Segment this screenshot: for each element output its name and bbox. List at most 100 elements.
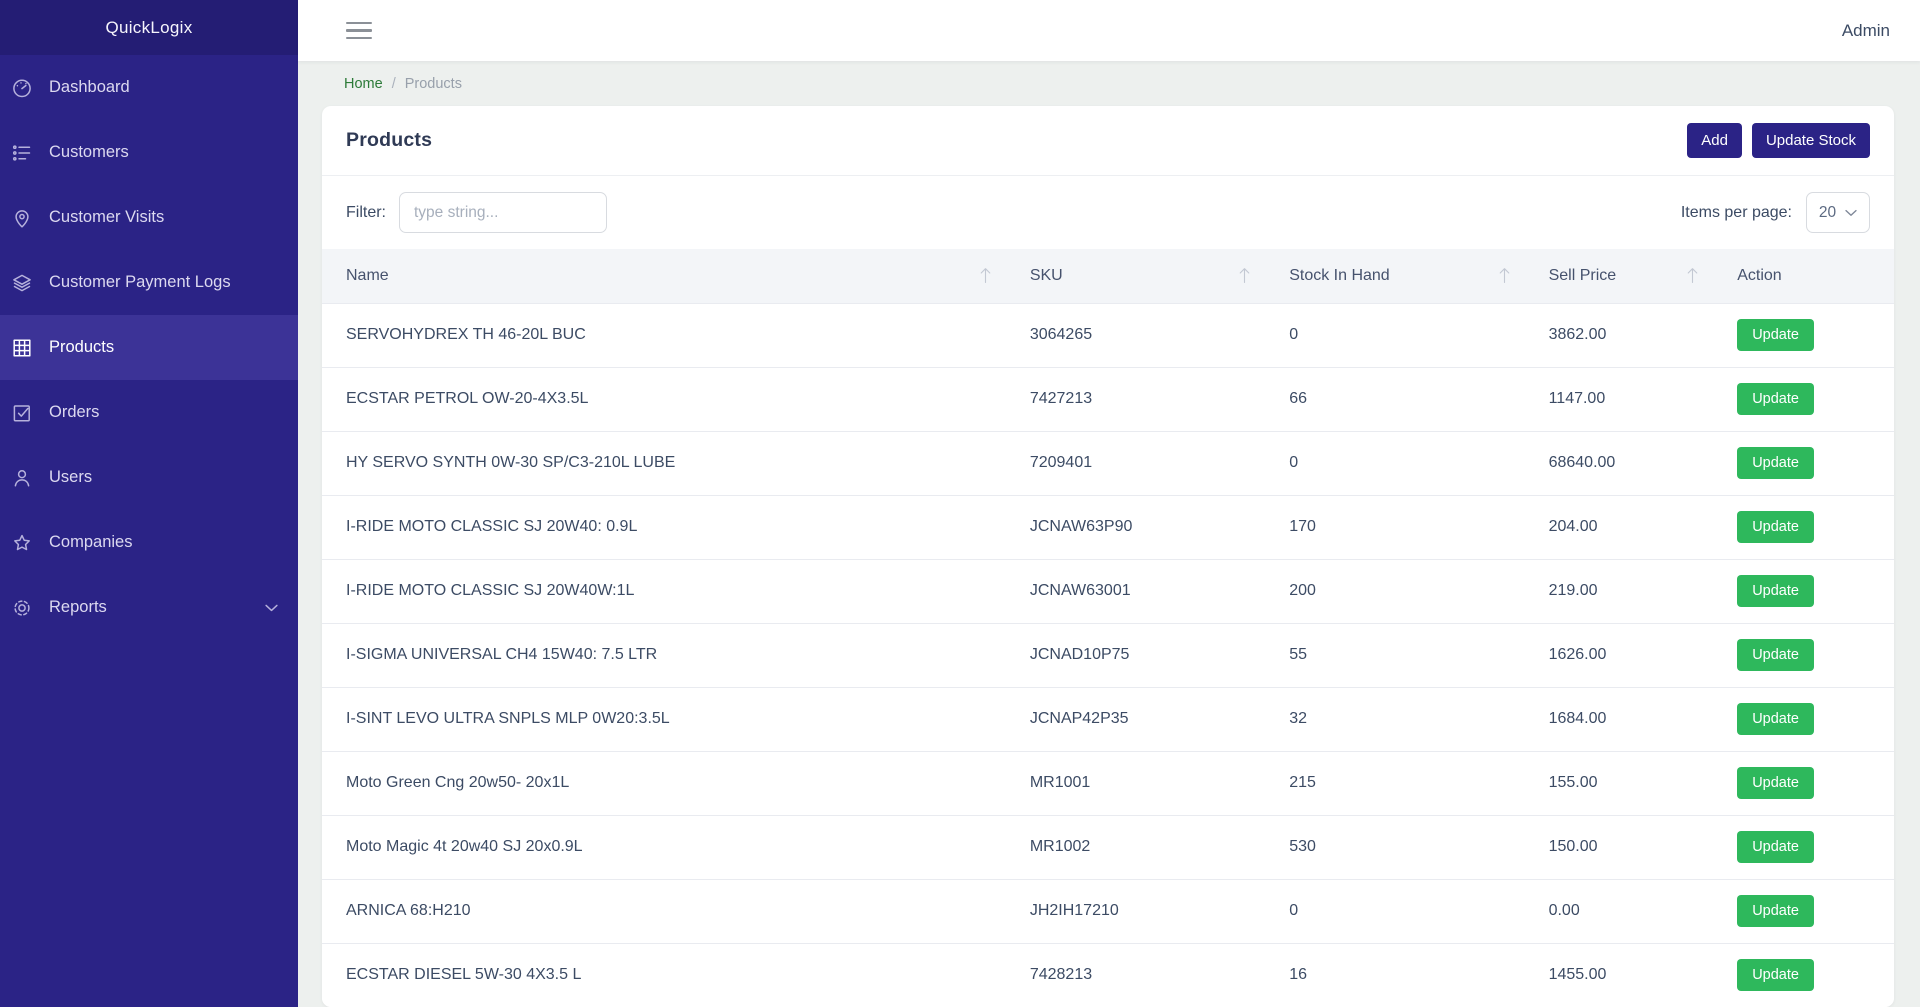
sort-arrow-icon[interactable] [1498,267,1511,284]
cell-stock: 170 [1265,495,1524,559]
column-header[interactable]: Action [1713,249,1894,303]
column-header[interactable]: Name [322,249,1006,303]
speedometer-icon [10,76,34,100]
brand-logo[interactable]: QuickLogix [0,0,298,55]
column-header[interactable]: Stock In Hand [1265,249,1524,303]
update-button[interactable]: Update [1737,831,1814,863]
update-button[interactable]: Update [1737,511,1814,543]
cell-price: 1626.00 [1525,623,1714,687]
cell-price: 1455.00 [1525,943,1714,1007]
sidebar-item[interactable]: Dashboard [0,55,298,120]
items-per-page-select[interactable]: 20 [1806,192,1870,233]
user-icon [10,466,34,490]
sidebar-item[interactable]: Customers [0,120,298,185]
cell-stock: 215 [1265,751,1524,815]
table-row: ARNICA 68:H210 JH2IH17210 0 0.00 Update [322,879,1894,943]
cell-name: SERVOHYDREX TH 46-20L BUC [322,303,1006,367]
cell-price: 0.00 [1525,879,1714,943]
breadcrumb-separator: / [392,76,396,92]
sidebar-item[interactable]: Orders [0,380,298,445]
star-icon [10,531,34,555]
breadcrumb-home-link[interactable]: Home [344,76,383,92]
cell-action: Update [1713,495,1894,559]
update-stock-button[interactable]: Update Stock [1752,123,1870,158]
add-button[interactable]: Add [1687,123,1742,158]
update-button[interactable]: Update [1737,959,1814,991]
card-header: Products Add Update Stock [322,106,1894,176]
sidebar-item[interactable]: Customer Visits [0,185,298,250]
table-row: I-RIDE MOTO CLASSIC SJ 20W40: 0.9L JCNAW… [322,495,1894,559]
cell-name: HY SERVO SYNTH 0W-30 SP/C3-210L LUBE [322,431,1006,495]
check-square-icon [10,401,34,425]
sidebar-item[interactable]: Companies [0,510,298,575]
sidebar-item-label: Dashboard [49,78,278,97]
filter-input[interactable] [399,192,607,233]
hamburger-icon[interactable] [344,18,374,44]
products-card: Products Add Update Stock Filter: Items … [322,106,1894,1007]
column-header-label: Name [346,267,389,285]
user-menu[interactable]: Admin [1842,21,1890,41]
cell-action: Update [1713,303,1894,367]
column-header-label: SKU [1030,267,1063,285]
cell-sku: JCNAW63P90 [1006,495,1265,559]
cell-stock: 32 [1265,687,1524,751]
cell-name: I-SINT LEVO ULTRA SNPLS MLP 0W20:3.5L [322,687,1006,751]
topbar: Admin [298,0,1920,61]
grid-icon [10,336,34,360]
sidebar-item[interactable]: Products [0,315,298,380]
cell-price: 1684.00 [1525,687,1714,751]
main-area: Admin Home / Products Products Add Update … [298,0,1920,1007]
items-per-page-group: Items per page: 20 [1681,192,1870,233]
table-row: Moto Magic 4t 20w40 SJ 20x0.9L MR1002 53… [322,815,1894,879]
update-button[interactable]: Update [1737,703,1814,735]
cell-price: 204.00 [1525,495,1714,559]
cell-price: 1147.00 [1525,367,1714,431]
cell-stock: 16 [1265,943,1524,1007]
update-button[interactable]: Update [1737,895,1814,927]
cell-price: 3862.00 [1525,303,1714,367]
cell-sku: JCNAP42P35 [1006,687,1265,751]
update-button[interactable]: Update [1737,639,1814,671]
column-header[interactable]: Sell Price [1525,249,1714,303]
cell-name: I-RIDE MOTO CLASSIC SJ 20W40: 0.9L [322,495,1006,559]
sidebar-nav: Dashboard Customers Customer Visits Cust… [0,55,298,640]
sort-arrow-icon[interactable] [979,267,992,284]
table-row: SERVOHYDREX TH 46-20L BUC 3064265 0 3862… [322,303,1894,367]
cell-sku: JCNAW63001 [1006,559,1265,623]
gear-icon [10,596,34,620]
update-button[interactable]: Update [1737,319,1814,351]
cell-name: ECSTAR DIESEL 5W-30 4X3.5 L [322,943,1006,1007]
table-row: I-RIDE MOTO CLASSIC SJ 20W40W:1L JCNAW63… [322,559,1894,623]
update-button[interactable]: Update [1737,575,1814,607]
sidebar-item[interactable]: Customer Payment Logs [0,250,298,315]
cell-sku: 7427213 [1006,367,1265,431]
sidebar-item[interactable]: Reports [0,575,298,640]
cell-sku: 3064265 [1006,303,1265,367]
cell-name: ARNICA 68:H210 [322,879,1006,943]
table-row: ECSTAR DIESEL 5W-30 4X3.5 L 7428213 16 1… [322,943,1894,1007]
cell-action: Update [1713,751,1894,815]
page-title: Products [346,129,432,152]
chevron-down-icon [265,604,278,612]
update-button[interactable]: Update [1737,383,1814,415]
cell-sku: 7428213 [1006,943,1265,1007]
cell-price: 150.00 [1525,815,1714,879]
sidebar-item-label: Reports [49,598,250,617]
table-row: Moto Green Cng 20w50- 20x1L MR1001 215 1… [322,751,1894,815]
update-button[interactable]: Update [1737,767,1814,799]
cell-stock: 0 [1265,303,1524,367]
sort-arrow-icon[interactable] [1686,267,1699,284]
cell-action: Update [1713,943,1894,1007]
update-button[interactable]: Update [1737,447,1814,479]
sidebar-item-label: Users [49,468,278,487]
cell-price: 155.00 [1525,751,1714,815]
column-header[interactable]: SKU [1006,249,1265,303]
cell-price: 219.00 [1525,559,1714,623]
sidebar-item[interactable]: Users [0,445,298,510]
table-body: SERVOHYDREX TH 46-20L BUC 3064265 0 3862… [322,303,1894,1007]
cell-stock: 530 [1265,815,1524,879]
sort-arrow-icon[interactable] [1238,267,1251,284]
cell-sku: MR1001 [1006,751,1265,815]
table-toolbar: Filter: Items per page: 20 [322,176,1894,249]
layers-icon [10,271,34,295]
